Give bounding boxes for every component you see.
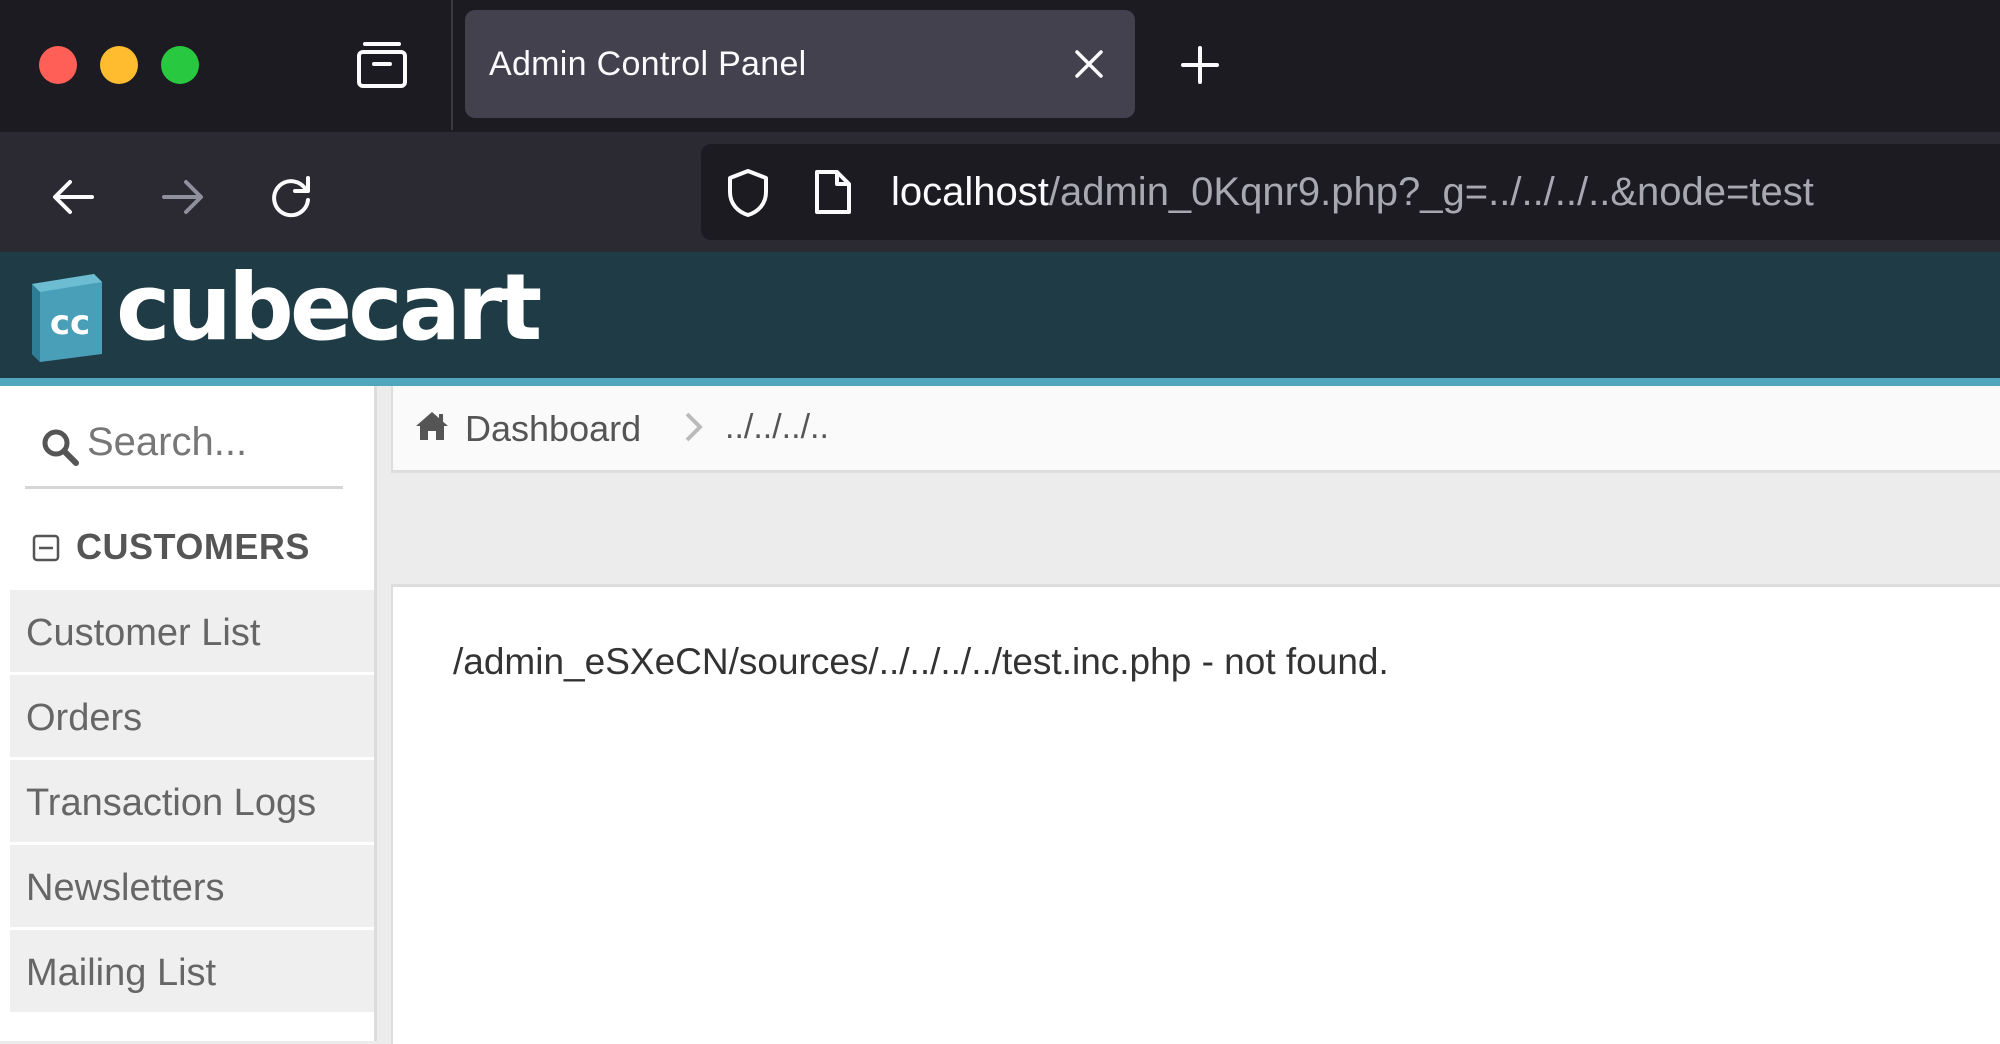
sidebar-item-label: Transaction Logs xyxy=(26,782,317,824)
browser-nav-bar: localhost/admin_0Kqnr9.php?_g=../../../.… xyxy=(0,132,2000,252)
window-close-button[interactable] xyxy=(39,46,77,84)
logo-mark-text: cc xyxy=(50,303,90,343)
sidebar-item-newsletters[interactable]: Newsletters xyxy=(10,845,374,927)
sidebar-divider xyxy=(374,386,377,1041)
sidebar-item-mailing-list[interactable]: Mailing List xyxy=(10,930,374,1012)
url-host: localhost xyxy=(891,170,1049,214)
chevron-right-icon xyxy=(685,412,703,442)
active-tab[interactable]: Admin Control Panel xyxy=(465,10,1135,118)
window-zoom-button[interactable] xyxy=(161,46,199,84)
url-path: /admin_0Kqnr9.php?_g=../../../..&node=te… xyxy=(1048,170,1814,214)
close-tab-icon[interactable] xyxy=(1073,48,1105,80)
page-info-icon[interactable] xyxy=(813,168,853,216)
address-bar[interactable]: localhost/admin_0Kqnr9.php?_g=../../../.… xyxy=(701,144,2000,240)
header-accent-strip xyxy=(0,378,2000,386)
cubecart-logo-icon[interactable]: cc xyxy=(24,272,106,364)
collapse-minus-icon[interactable] xyxy=(32,534,60,562)
sidebar: Search... CUSTOMERS Customer List Orders… xyxy=(0,386,374,1041)
url-text[interactable]: localhost/admin_0Kqnr9.php?_g=../../../.… xyxy=(891,170,1814,215)
search-icon xyxy=(42,429,79,466)
breadcrumb-current: ../../../.. xyxy=(725,408,829,446)
content-panel: /admin_eSXeCN/sources/../../../../test.i… xyxy=(391,584,2000,1044)
sidebar-item-label: Newsletters xyxy=(26,867,225,909)
home-icon[interactable] xyxy=(415,410,449,442)
cubecart-header: cc cubecart xyxy=(0,252,2000,378)
breadcrumb: Dashboard ../../../.. xyxy=(391,386,2000,473)
forward-icon[interactable] xyxy=(158,172,208,222)
sidebar-item-customer-list[interactable]: Customer List xyxy=(10,590,374,672)
tab-list-icon[interactable] xyxy=(356,40,408,90)
tab-separator xyxy=(451,0,453,130)
tracking-protection-shield-icon[interactable] xyxy=(725,168,771,218)
sidebar-item-label: Customer List xyxy=(26,612,261,654)
logo-text[interactable]: cubecart xyxy=(116,254,542,361)
sidebar-item-label: Orders xyxy=(26,697,143,739)
sidebar-item-transaction-logs[interactable]: Transaction Logs xyxy=(10,760,374,842)
tab-title: Admin Control Panel xyxy=(489,45,807,83)
browser-tab-bar: Admin Control Panel xyxy=(0,0,2000,132)
sidebar-item-orders[interactable]: Orders xyxy=(10,675,374,757)
back-icon[interactable] xyxy=(48,172,98,222)
breadcrumb-dashboard-link[interactable]: Dashboard xyxy=(465,408,641,450)
sidebar-search-field[interactable]: Search... xyxy=(25,402,343,489)
section-title: CUSTOMERS xyxy=(76,526,310,567)
search-input-placeholder[interactable]: Search... xyxy=(87,420,247,465)
sidebar-item-label: Mailing List xyxy=(26,952,217,994)
window-minimize-button[interactable] xyxy=(100,46,138,84)
customers-menu: Customer List Orders Transaction Logs Ne… xyxy=(10,590,374,1015)
error-message: /admin_eSXeCN/sources/../../../../test.i… xyxy=(453,641,1389,682)
new-tab-icon[interactable] xyxy=(1181,46,1219,84)
reload-icon[interactable] xyxy=(266,172,316,222)
